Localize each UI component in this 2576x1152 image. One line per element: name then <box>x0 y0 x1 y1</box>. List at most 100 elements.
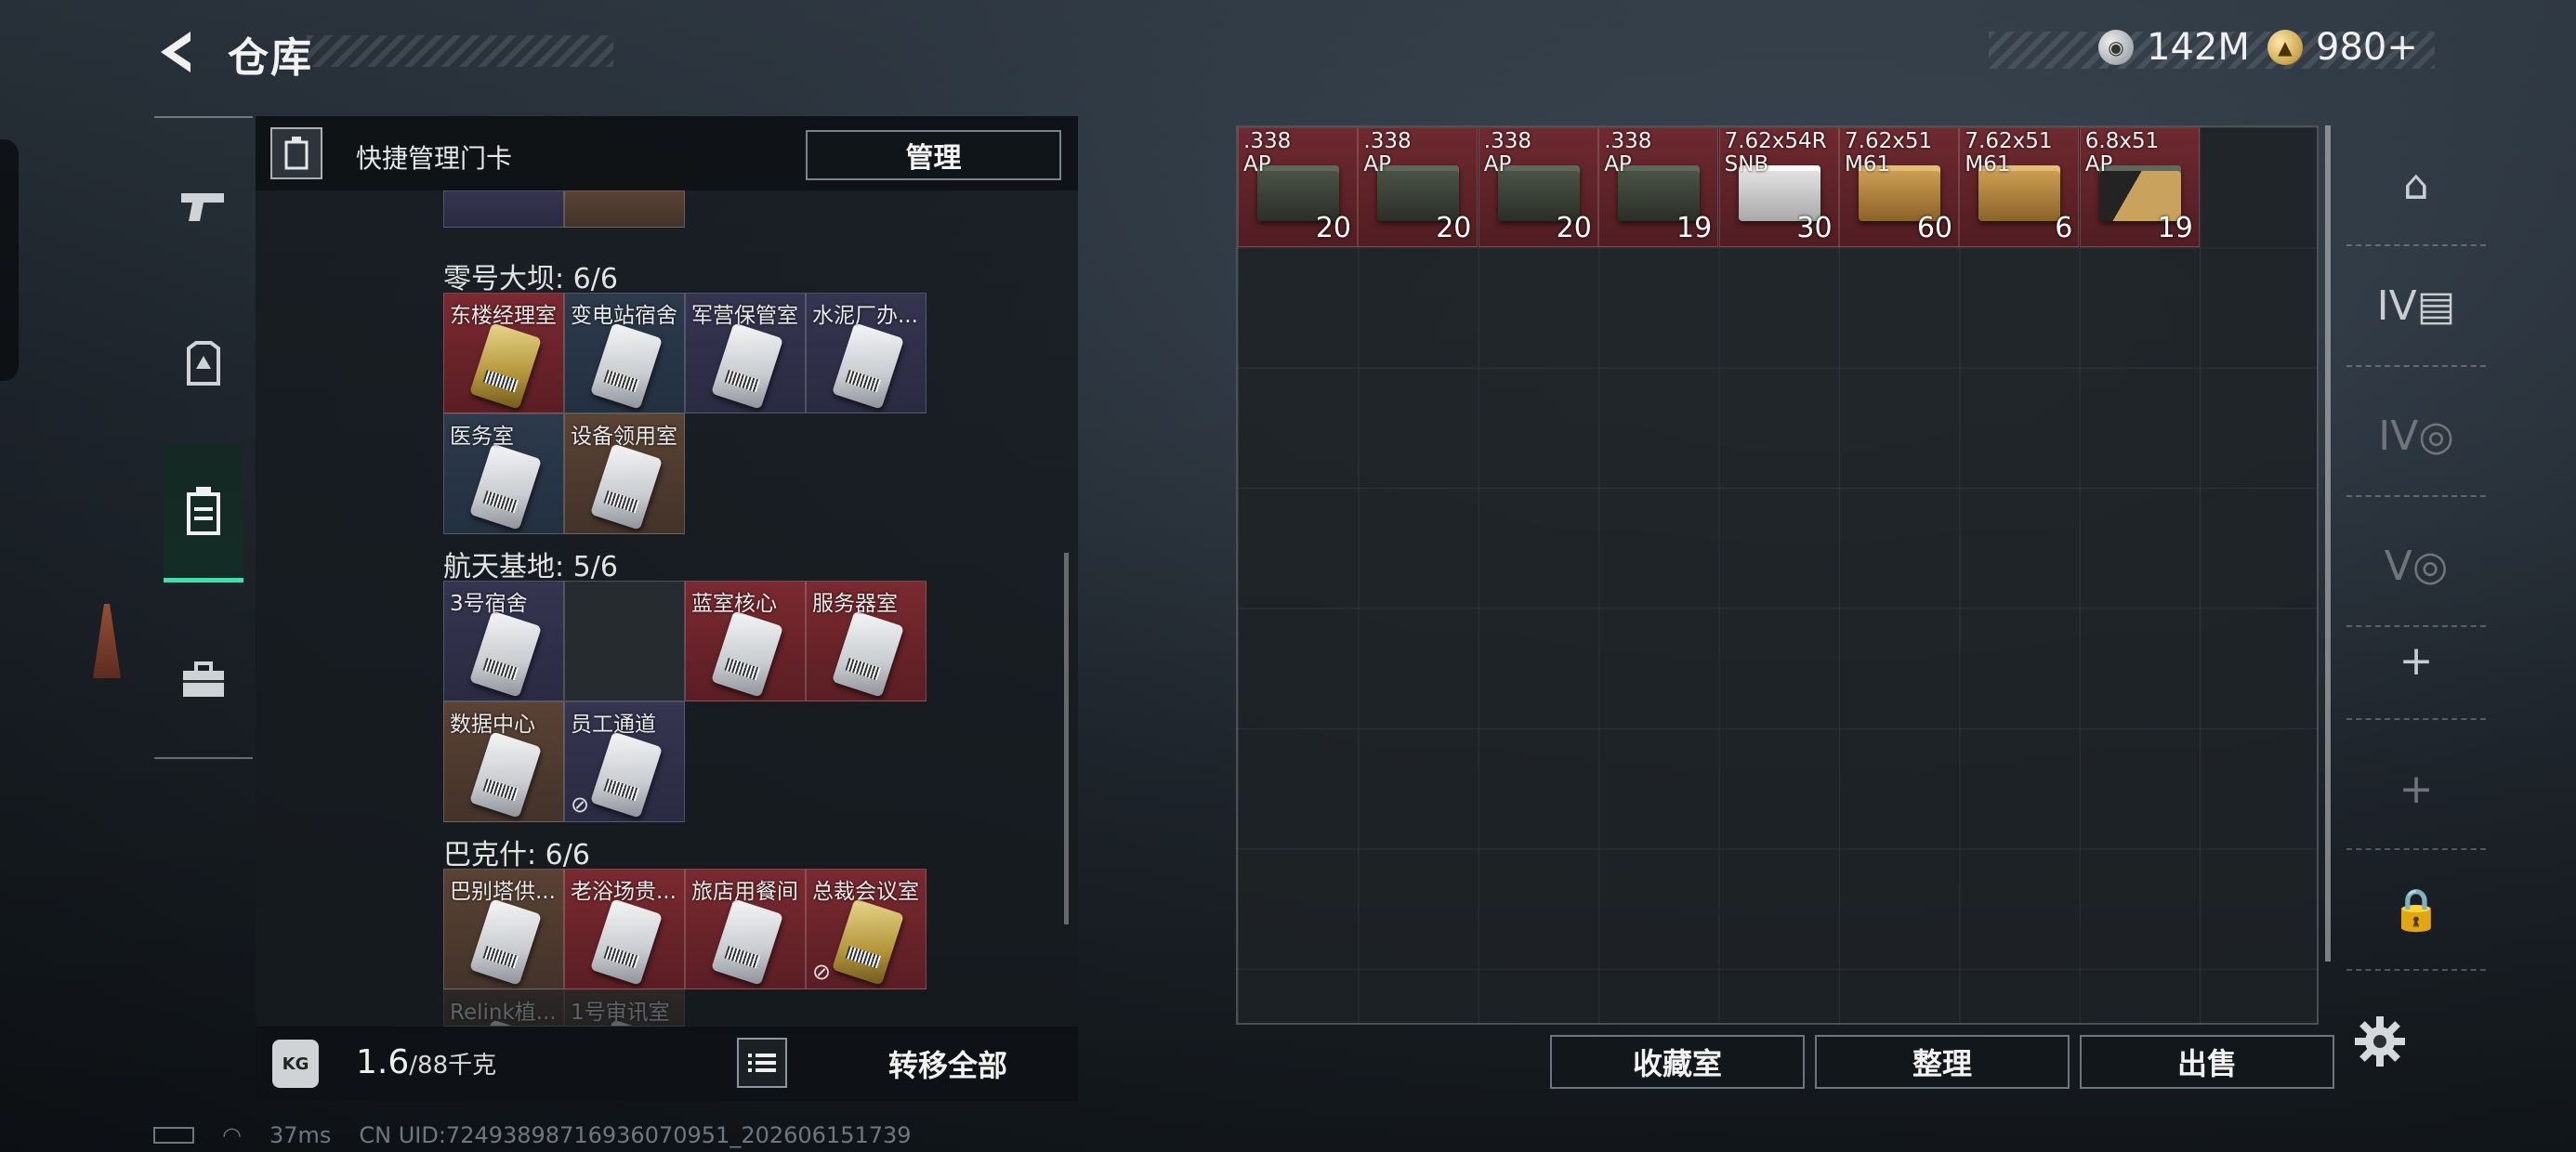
keycard-slot[interactable]: 水泥厂办... <box>806 293 927 413</box>
armor-icon <box>187 341 220 386</box>
storage-tabs: ⌂ IV▤ IV◎ V◎ + + 🔒 <box>2346 125 2486 1008</box>
storage-tab-6[interactable]: 🔒 <box>2346 850 2486 971</box>
add-icon: + <box>2399 637 2434 685</box>
keycard-image <box>469 443 542 530</box>
ammo-count: 6 <box>2055 212 2073 244</box>
ammo-name: .338 AP <box>1604 129 1652 177</box>
toolbox-icon <box>183 661 224 697</box>
collection-room-button[interactable]: 收藏室 <box>1550 1035 1805 1089</box>
keycard-slot[interactable]: 设备领用室 <box>564 413 685 534</box>
keycard-slot[interactable]: 员工通道 ⊘ <box>564 701 685 822</box>
keycard-slot[interactable]: 变电站宿舍 <box>564 293 685 413</box>
ammo-count: 19 <box>1676 212 1713 244</box>
keycard-image <box>469 898 542 986</box>
ammo-name: .338 AP <box>1243 129 1292 177</box>
keycard-name: 设备领用室 <box>571 425 677 449</box>
storage-iv-icon: IV▤ <box>2376 281 2456 330</box>
ammo-item[interactable]: 7.62x51 M61 6 <box>1959 127 2080 247</box>
keycard-slot[interactable]: 3号宿舍 <box>443 581 564 701</box>
silver-coin-icon: ◉ <box>2098 30 2134 65</box>
ammo-count: 60 <box>1916 212 1952 244</box>
nav-armor[interactable] <box>164 295 243 434</box>
keycard-name: 蓝室核心 <box>691 592 777 616</box>
keycard-slot[interactable]: 总裁会议室 ⊘ <box>806 869 927 989</box>
gold-coin-icon: ▲ <box>2267 30 2303 65</box>
keycard-name: 3号宿舍 <box>450 592 528 616</box>
keycard-name: 军营保管室 <box>691 304 798 328</box>
edge-handle[interactable] <box>0 139 19 381</box>
keycard-image <box>469 322 542 410</box>
keycard-slot[interactable]: 1号审讯室 <box>564 989 685 1027</box>
storage-v-camera-icon: V◎ <box>2384 542 2449 590</box>
keycard-image <box>469 731 542 818</box>
keycard-name: 医务室 <box>450 425 514 449</box>
keycard-slot-partial[interactable] <box>564 190 685 228</box>
sell-button[interactable]: 出售 <box>2080 1035 2334 1089</box>
keycard-name: 员工通道 <box>571 713 656 737</box>
ammo-item[interactable]: 7.62x51 M61 60 <box>1839 127 1959 247</box>
keycard-slot[interactable] <box>564 581 685 701</box>
keycard-name: 总裁会议室 <box>812 880 919 904</box>
silver-amount: 142M <box>2147 26 2250 69</box>
list-view-button[interactable] <box>737 1038 787 1088</box>
keycard-panel-header: 快捷管理门卡 管理 <box>256 116 1078 190</box>
keycard-slot[interactable]: 军营保管室 <box>685 293 806 413</box>
back-arrow-icon[interactable] <box>153 26 200 78</box>
storage-grid[interactable]: .338 AP 20.338 AP 20.338 AP 20.338 AP 19 7.62… <box>1236 125 2319 1025</box>
section-title: 巴克什: 6/6 <box>443 839 590 871</box>
transfer-all-button[interactable]: 转移全部 <box>832 1041 1064 1087</box>
keycard-name: 1号审讯室 <box>571 1001 670 1025</box>
keycard-slot[interactable]: 服务器室 <box>806 581 927 701</box>
keycard-name: 数据中心 <box>450 713 535 737</box>
weight-value: 1.6 <box>356 1043 410 1081</box>
keycard-image <box>711 610 783 698</box>
backpack-slot-icon: ⌂ <box>2403 161 2429 209</box>
organize-button[interactable]: 整理 <box>1815 1035 2070 1089</box>
keycard-name: Relink植... <box>450 1001 557 1025</box>
keycard-case-icon <box>270 127 322 179</box>
weight-readout: 1.6/88千克 <box>356 1043 496 1081</box>
keycard-slot[interactable]: Relink植... <box>443 989 564 1027</box>
ammo-item[interactable]: .338 AP 20 <box>1238 127 1358 247</box>
keycard-slot[interactable]: 东楼经理室 <box>443 293 564 413</box>
keycard-slot-partial[interactable] <box>443 190 564 228</box>
keycard-image <box>832 322 904 410</box>
list-icon <box>748 1054 776 1072</box>
no-transfer-icon: ⊘ <box>812 959 832 985</box>
ammo-count: 19 <box>2157 212 2193 244</box>
storage-tab-2[interactable]: IV◎ <box>2346 376 2486 497</box>
storage-iv-camera-icon: IV◎ <box>2378 412 2454 460</box>
settings-gear-icon[interactable] <box>2351 1013 2409 1070</box>
keycard-case-icon <box>187 486 220 535</box>
keycard-slot[interactable]: 老浴场贵... <box>564 869 685 989</box>
keycard-slot[interactable]: 医务室 <box>443 413 564 534</box>
keycard-panel: 快捷管理门卡 管理 零号大坝: 6/6 东楼经理室 变电站宿舍 军营保管室 水泥厂办..… <box>256 116 1078 1101</box>
storage-tab-0[interactable]: ⌂ <box>2346 125 2486 246</box>
manage-button[interactable]: 管理 <box>806 130 1061 180</box>
ammo-item[interactable]: .338 AP 20 <box>1358 127 1479 247</box>
ammo-item[interactable]: .338 AP 19 <box>1598 127 1719 247</box>
storage-tab-4[interactable]: + <box>2346 604 2486 720</box>
storage-scrollbar[interactable] <box>2325 125 2331 962</box>
nav-weapons[interactable] <box>164 137 243 276</box>
nav-toolbox[interactable] <box>164 610 243 750</box>
ammo-name: 7.62x54R SNB <box>1724 129 1827 177</box>
ammo-count: 30 <box>1796 212 1833 244</box>
keycard-slot[interactable]: 数据中心 <box>443 701 564 822</box>
nav-keycards[interactable] <box>164 443 243 583</box>
keycard-name: 服务器室 <box>812 592 898 616</box>
ammo-item[interactable]: .338 AP 20 <box>1478 127 1598 247</box>
ammo-item[interactable]: 6.8x51 AP 19 <box>2079 127 2200 247</box>
keycard-scrollbar[interactable] <box>1064 553 1069 924</box>
ammo-item[interactable]: 7.62x54R SNB 30 <box>1718 127 1839 247</box>
keycard-slot[interactable]: 蓝室核心 <box>685 581 806 701</box>
keycard-image <box>832 898 904 986</box>
storage-tab-1[interactable]: IV▤ <box>2346 246 2486 367</box>
storage-tab-5[interactable]: + <box>2346 729 2486 850</box>
keycard-slot[interactable]: 巴别塔供... <box>443 869 564 989</box>
silver-currency[interactable]: ◉ 142M <box>2098 26 2250 69</box>
ammo-count: 20 <box>1556 212 1592 244</box>
gold-currency[interactable]: ▲ 980+ <box>2267 26 2418 69</box>
keycard-name: 老浴场贵... <box>571 880 677 904</box>
keycard-slot[interactable]: 旅店用餐间 <box>685 869 806 989</box>
